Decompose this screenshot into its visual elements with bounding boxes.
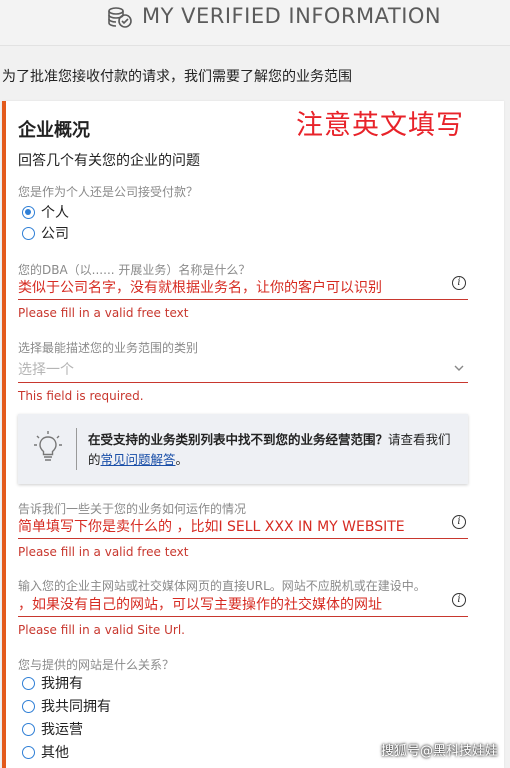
q4-error: Please fill in a valid free text xyxy=(18,545,189,559)
website-url-input[interactable]: ，如果没有自己的网站，可以写主要操作的社交媒体的网址 i xyxy=(18,591,468,617)
category-help-tip: 在受支持的业务类别列表中找不到您的业务经营范围？请查看我们的常见问题解答。 xyxy=(18,414,468,484)
info-icon[interactable]: i xyxy=(452,593,466,607)
coins-check-icon xyxy=(108,7,132,28)
q1-label: 您是作为个人还是公司接受付款？ xyxy=(18,185,199,199)
q3-error: This field is required. xyxy=(18,389,144,403)
radio-checked-icon xyxy=(22,205,35,219)
page-header: MY VERIFIED INFORMATION xyxy=(0,0,510,46)
radio-other[interactable]: 其他 xyxy=(22,742,69,762)
info-icon[interactable]: i xyxy=(452,276,466,290)
business-description-input[interactable]: 简单填写下你是卖什么的 ，比如I SELL XXX IN MY WEBSITE … xyxy=(18,513,468,539)
faq-link[interactable]: 常见问题解答 xyxy=(101,452,176,467)
info-icon[interactable]: i xyxy=(452,515,466,529)
card-subtitle: 回答几个有关您的企业的问题 xyxy=(18,153,200,169)
business-category-select[interactable]: 选择一个 xyxy=(18,357,468,383)
radio-unchecked-icon xyxy=(22,722,35,736)
annotation-note: 注意英文填写 xyxy=(296,110,464,141)
dba-name-input[interactable]: 类似于公司名字，没有就根据业务名，让你的客户可以识别 i xyxy=(18,274,468,300)
intro-text: 为了批准您接收付款的请求，我们需要了解您的业务范围 xyxy=(2,69,352,85)
q2-error: Please fill in a valid free text xyxy=(18,306,189,320)
radio-unchecked-icon xyxy=(22,699,35,713)
chevron-down-icon xyxy=(454,365,464,371)
q5-error: Please fill in a valid Site Url. xyxy=(18,623,185,637)
lightbulb-icon xyxy=(34,431,62,461)
business-profile-card: 企业概况 注意英文填写 回答几个有关您的企业的问题 您是作为个人还是公司接受付款… xyxy=(2,101,504,768)
tip-text: 在受支持的业务类别列表中找不到您的业务经营范围？请查看我们的常见问题解答。 xyxy=(88,432,451,467)
q6-label: 您与提供的网站是什么关系？ xyxy=(18,658,175,672)
radio-unchecked-icon xyxy=(22,676,35,690)
q3-label: 选择最能描述您的业务范围的类别 xyxy=(18,341,199,355)
radio-unchecked-icon xyxy=(22,226,35,240)
tip-divider xyxy=(76,428,77,470)
watermark: 搜狐号@黑科技娃娃 xyxy=(380,744,498,759)
radio-operate[interactable]: 我运营 xyxy=(22,719,83,739)
card-title: 企业概况 xyxy=(18,120,90,141)
radio-unchecked-icon xyxy=(22,745,35,759)
radio-i-own[interactable]: 我拥有 xyxy=(22,673,83,693)
radio-co-own[interactable]: 我共同拥有 xyxy=(22,696,111,716)
page-title: MY VERIFIED INFORMATION xyxy=(142,4,442,28)
radio-individual[interactable]: 个人 xyxy=(22,202,69,222)
radio-company[interactable]: 公司 xyxy=(22,223,69,243)
